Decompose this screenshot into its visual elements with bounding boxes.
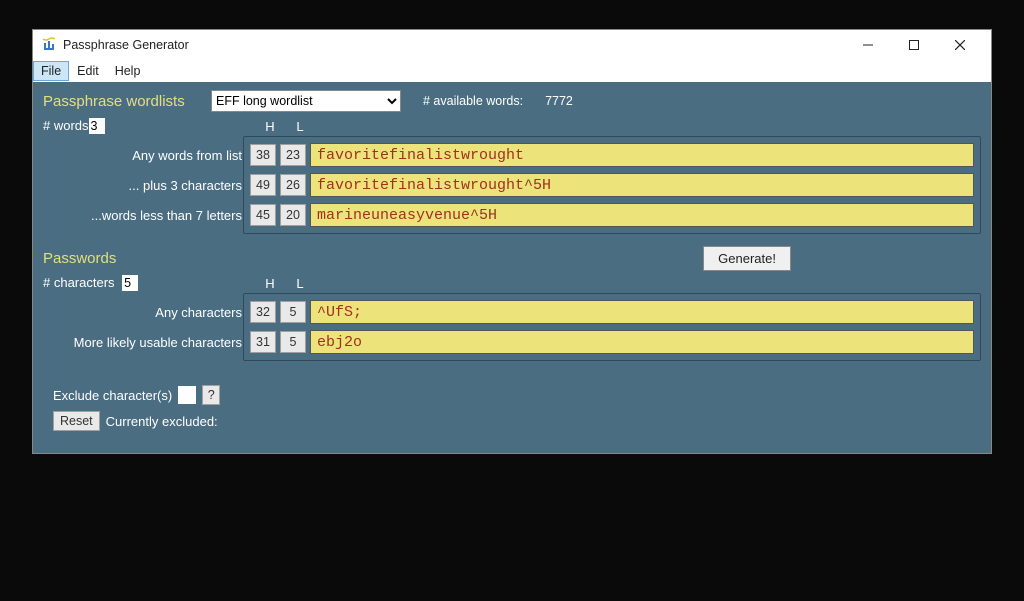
password-row-0-l: 5	[280, 301, 306, 323]
password-group: Any characters 32 5 ^UfS; More likely us…	[243, 293, 981, 361]
menubar: File Edit Help	[33, 60, 991, 82]
reset-button[interactable]: Reset	[53, 411, 100, 431]
word-count-row: # words H L	[43, 118, 981, 134]
passphrase-row-1-l: 26	[280, 174, 306, 196]
passphrase-row-1-label: ... plus 3 characters	[50, 178, 250, 193]
passwords-label: Passwords	[43, 250, 211, 267]
password-row-1-l: 5	[280, 331, 306, 353]
passphrase-row-2: ...words less than 7 letters 45 20 marin…	[50, 203, 974, 227]
passphrase-row-2-output[interactable]: marineuneasyvenue^5H	[310, 203, 974, 227]
password-row-1: More likely usable characters 31 5 ebj2o	[50, 330, 974, 354]
main-panel: Passphrase wordlists EFF long wordlist #…	[33, 82, 991, 453]
password-row-1-output[interactable]: ebj2o	[310, 330, 974, 354]
reset-row: Reset Currently excluded:	[43, 411, 981, 431]
passphrase-row-0-output[interactable]: favoritefinalistwrought	[310, 143, 974, 167]
passphrase-row-0-h: 38	[250, 144, 276, 166]
passwords-l-header: L	[285, 276, 315, 291]
passwords-h-header: H	[255, 276, 285, 291]
words-l-header: L	[285, 119, 315, 134]
password-row-1-label: More likely usable characters	[50, 335, 250, 350]
close-button[interactable]	[937, 30, 983, 60]
password-row-0-label: Any characters	[50, 305, 250, 320]
passphrase-row-1-output[interactable]: favoritefinalistwrought^5H	[310, 173, 974, 197]
password-row-0: Any characters 32 5 ^UfS;	[50, 300, 974, 324]
available-words-value: 7772	[545, 94, 573, 108]
passphrase-group: Any words from list 38 23 favoritefinali…	[243, 136, 981, 234]
titlebar: Passphrase Generator	[33, 30, 991, 60]
menu-file[interactable]: File	[33, 61, 69, 81]
passphrase-row-0: Any words from list 38 23 favoritefinali…	[50, 143, 974, 167]
app-icon	[41, 37, 57, 53]
char-count-row: # characters H L	[43, 275, 981, 291]
password-row-1-h: 31	[250, 331, 276, 353]
passphrase-row-1-h: 49	[250, 174, 276, 196]
exclude-row: Exclude character(s) ?	[43, 385, 981, 405]
passphrase-row-1: ... plus 3 characters 49 26 favoritefina…	[50, 173, 974, 197]
passwords-header-row: Passwords Generate!	[43, 246, 981, 271]
passphrase-row-2-h: 45	[250, 204, 276, 226]
menu-edit[interactable]: Edit	[69, 61, 107, 81]
app-window: Passphrase Generator File Edit Help Pass…	[32, 29, 992, 454]
char-count-input[interactable]	[122, 275, 138, 291]
menu-help[interactable]: Help	[107, 61, 149, 81]
password-row-0-output[interactable]: ^UfS;	[310, 300, 974, 324]
passphrase-row-0-label: Any words from list	[50, 148, 250, 163]
wordlists-label: Passphrase wordlists	[43, 93, 211, 110]
password-row-0-h: 32	[250, 301, 276, 323]
minimize-button[interactable]	[845, 30, 891, 60]
word-count-label: # words	[43, 118, 89, 133]
words-h-header: H	[255, 119, 285, 134]
passphrase-row-2-l: 20	[280, 204, 306, 226]
passphrase-row-0-l: 23	[280, 144, 306, 166]
available-words-label: # available words:	[423, 94, 523, 108]
generate-button[interactable]: Generate!	[703, 246, 791, 271]
maximize-button[interactable]	[891, 30, 937, 60]
exclude-label: Exclude character(s)	[53, 388, 172, 403]
exclude-input[interactable]	[178, 386, 196, 404]
window-controls	[845, 30, 983, 60]
wordlist-select[interactable]: EFF long wordlist	[211, 90, 401, 112]
exclude-help-button[interactable]: ?	[202, 385, 220, 405]
word-count-input[interactable]	[89, 118, 105, 134]
wordlist-row: Passphrase wordlists EFF long wordlist #…	[43, 90, 981, 112]
window-title: Passphrase Generator	[63, 38, 845, 52]
currently-excluded-label: Currently excluded:	[106, 414, 218, 429]
char-count-label: # characters	[43, 275, 115, 290]
passphrase-row-2-label: ...words less than 7 letters	[50, 208, 250, 223]
